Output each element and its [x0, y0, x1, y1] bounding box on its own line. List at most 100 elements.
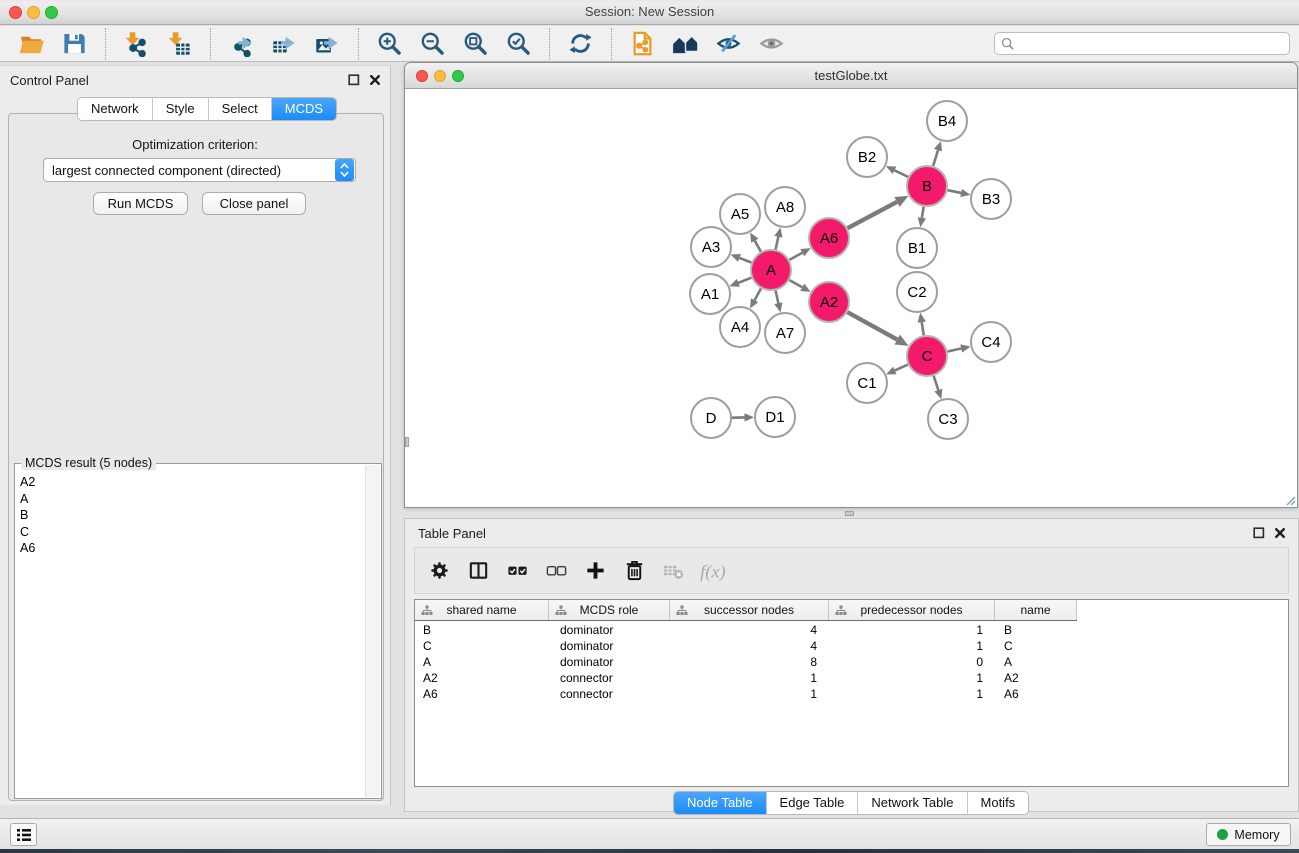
table-row[interactable]: Adominator80A	[415, 654, 1288, 670]
split-panel-button[interactable]	[465, 558, 491, 584]
import-network-button[interactable]	[122, 30, 150, 58]
import-table-button[interactable]	[165, 30, 193, 58]
tab-edge-table[interactable]: Edge Table	[767, 792, 859, 814]
float-table-panel-button[interactable]	[1253, 526, 1265, 544]
select-all-button[interactable]	[504, 558, 530, 584]
horizontal-divider-handle[interactable]	[845, 511, 854, 516]
table-cell[interactable]: 1	[670, 670, 829, 686]
refresh-layout-button[interactable]	[566, 30, 594, 58]
show-details-button[interactable]	[757, 30, 785, 58]
table-cell[interactable]: 8	[670, 654, 829, 670]
tab-select[interactable]: Select	[209, 98, 272, 120]
table-cell[interactable]: 4	[670, 638, 829, 654]
table-toolbar: f(x)	[414, 547, 1289, 594]
graph-node-label: B2	[858, 149, 876, 166]
table-cell[interactable]: 4	[670, 622, 829, 638]
export-table-button[interactable]	[270, 30, 298, 58]
tab-style[interactable]: Style	[153, 98, 209, 120]
table-cell[interactable]: A6	[995, 686, 1077, 702]
zoom-fit-button[interactable]	[461, 30, 489, 58]
table-cell[interactable]: 0	[829, 654, 995, 670]
delete-columns-button[interactable]	[621, 558, 647, 584]
close-table-panel-icon[interactable]	[1274, 526, 1286, 544]
criterion-dropdown[interactable]: largest connected component (directed)	[43, 158, 356, 182]
close-panel-button[interactable]: Close panel	[202, 192, 306, 215]
control-panel-title: Control Panel	[10, 73, 89, 88]
column-header-shared-name[interactable]: shared name	[415, 600, 549, 620]
tab-mcds[interactable]: MCDS	[272, 98, 336, 120]
table-cell[interactable]: C	[995, 638, 1077, 654]
table-cell[interactable]: A2	[415, 670, 549, 686]
network-from-document-button[interactable]	[628, 30, 656, 58]
gear-button[interactable]	[426, 558, 452, 584]
deselect-all-button[interactable]	[543, 558, 569, 584]
zoom-out-button[interactable]	[418, 30, 446, 58]
float-panel-button[interactable]	[348, 73, 360, 91]
window-resize-handle[interactable]	[1285, 495, 1296, 506]
table-cell[interactable]: 1	[829, 686, 995, 702]
tab-node-table[interactable]: Node Table	[674, 792, 767, 814]
export-table-icon	[271, 30, 298, 57]
export-network-button[interactable]	[227, 30, 255, 58]
column-header-MCDS-role[interactable]: MCDS role	[549, 600, 670, 620]
result-list-item[interactable]: A	[20, 491, 365, 508]
first-neighbors-button[interactable]	[671, 30, 699, 58]
open-file-button[interactable]	[17, 30, 45, 58]
tab-network-table[interactable]: Network Table	[858, 792, 967, 814]
table-cell[interactable]: 1	[670, 686, 829, 702]
table-cell[interactable]: 1	[829, 670, 995, 686]
tab-motifs[interactable]: Motifs	[968, 792, 1029, 814]
result-list-item[interactable]: C	[20, 524, 365, 541]
graph-edge-A-A6	[789, 253, 802, 260]
result-list-item[interactable]: A6	[20, 540, 365, 557]
network-canvas[interactable]: AA1A2A3A4A5A6A7A8BB1B2B3B4CC1C2C3C4DD1	[405, 89, 1297, 507]
result-list-item[interactable]: B	[20, 507, 365, 524]
memory-button[interactable]: Memory	[1206, 823, 1291, 846]
column-header-name[interactable]: name	[995, 600, 1077, 620]
network-view-window: testGlobe.txt AA1A2A3A4A5A6A7A8BB1B2B3B4…	[404, 62, 1298, 508]
export-image-button[interactable]	[313, 30, 341, 58]
search-input[interactable]	[1018, 37, 1289, 51]
table-cell[interactable]: A2	[995, 670, 1077, 686]
network-window-titlebar[interactable]: testGlobe.txt	[405, 63, 1297, 89]
refresh-layout-icon	[567, 30, 594, 57]
table-cell[interactable]: A	[415, 654, 549, 670]
table-cell[interactable]: A	[995, 654, 1077, 670]
close-panel-icon[interactable]	[369, 73, 381, 91]
table-cell[interactable]: dominator	[549, 622, 670, 638]
add-column-button[interactable]	[582, 558, 608, 584]
search-box[interactable]	[994, 32, 1290, 55]
table-cell[interactable]: 1	[829, 622, 995, 638]
zoom-in-button[interactable]	[375, 30, 403, 58]
hierarchy-icon	[676, 605, 688, 616]
column-header-predecessor-nodes[interactable]: predecessor nodes	[829, 600, 995, 620]
table-cell[interactable]: dominator	[549, 638, 670, 654]
zoom-selected-button[interactable]	[504, 30, 532, 58]
hide-details-button[interactable]	[714, 30, 742, 58]
column-header-successor-nodes[interactable]: successor nodes	[670, 600, 829, 620]
graph-node-label: A1	[701, 286, 719, 303]
save-session-button[interactable]	[60, 30, 88, 58]
table-row[interactable]: A2connector11A2	[415, 670, 1288, 686]
left-divider-handle[interactable]	[405, 437, 409, 447]
task-history-button[interactable]	[10, 823, 37, 846]
table-cell[interactable]: dominator	[549, 654, 670, 670]
table-row[interactable]: Cdominator41C	[415, 638, 1288, 654]
table-cell[interactable]: connector	[549, 686, 670, 702]
tab-network[interactable]: Network	[78, 98, 153, 120]
result-scrollbar[interactable]	[365, 465, 380, 797]
result-list-item[interactable]: A2	[20, 474, 365, 491]
table-cell[interactable]: B	[415, 622, 549, 638]
table-cell[interactable]: B	[995, 622, 1077, 638]
status-bar: Memory	[0, 818, 1299, 849]
run-mcds-button[interactable]: Run MCDS	[93, 192, 188, 215]
table-row[interactable]: Bdominator41B	[415, 622, 1288, 638]
table-cell[interactable]: A6	[415, 686, 549, 702]
table-row[interactable]: A6connector11A6	[415, 686, 1288, 702]
table-cell[interactable]: connector	[549, 670, 670, 686]
table-cell[interactable]: C	[415, 638, 549, 654]
graph-node-label: A5	[731, 206, 749, 223]
graph-edge-A-A7	[776, 290, 779, 303]
table-cell[interactable]: 1	[829, 638, 995, 654]
hierarchy-icon	[421, 605, 433, 616]
